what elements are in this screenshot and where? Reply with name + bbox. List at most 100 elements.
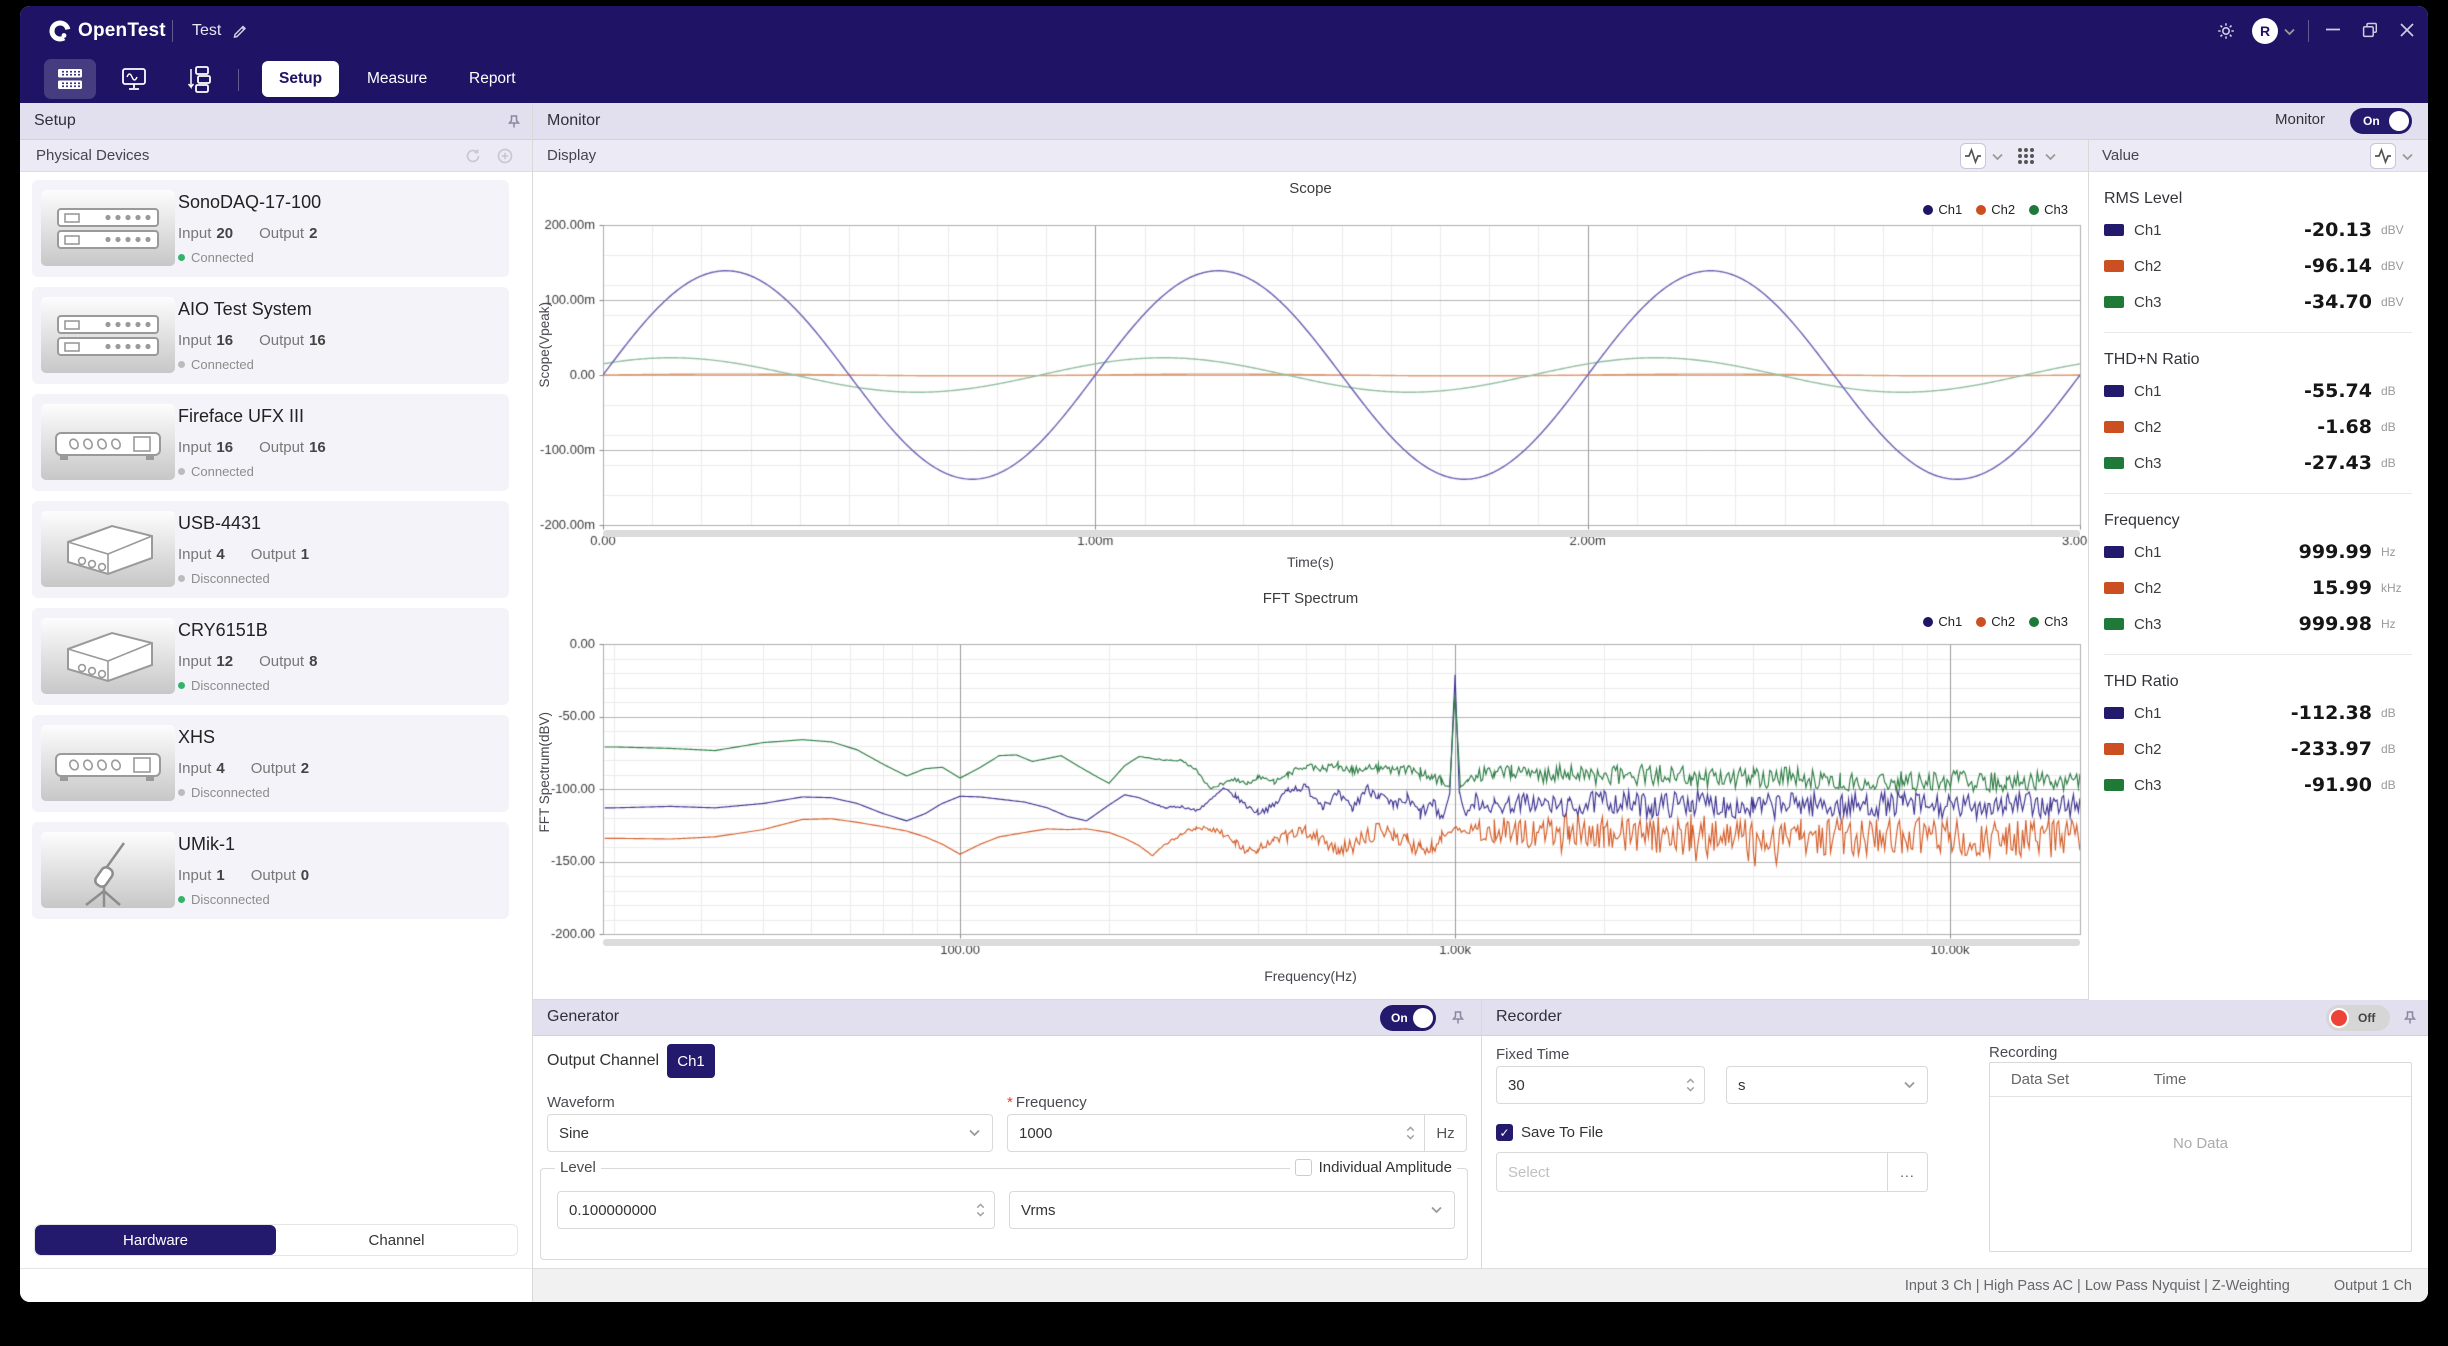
save-to-file-checkbox[interactable]: ✓ xyxy=(1496,1124,1513,1141)
layout-grid-icon[interactable] xyxy=(2017,147,2035,165)
output-channel-ch1-button[interactable]: Ch1 xyxy=(667,1044,715,1078)
device-card-xhs[interactable]: XHS Input4Output2 Disconnected xyxy=(32,715,509,812)
device-io: Input4Output1 xyxy=(178,546,309,563)
individual-amplitude-checkbox[interactable] xyxy=(1295,1159,1312,1176)
level-stepper[interactable] xyxy=(976,1203,994,1217)
value-row: Ch1-55.74dB xyxy=(2104,373,2412,409)
device-name: CRY6151B xyxy=(178,620,268,641)
rack-icon xyxy=(55,64,85,94)
level-input-group[interactable] xyxy=(557,1191,995,1229)
main-toolbar: Setup Measure Report xyxy=(20,56,2428,103)
tab-report[interactable]: Report xyxy=(452,61,533,97)
title-bar: OpenTest Test R xyxy=(20,6,2428,56)
level-unit-select[interactable] xyxy=(1009,1191,1455,1229)
minimize-button[interactable] xyxy=(2326,28,2340,31)
recorder-pin-icon[interactable] xyxy=(2402,1010,2418,1026)
scope-plot-canvas xyxy=(533,172,2088,572)
file-path-input[interactable] xyxy=(1497,1164,1887,1181)
device-name: Fireface UFX III xyxy=(178,406,304,427)
account-chevron-icon[interactable] xyxy=(2284,28,2295,36)
scope-hscrollbar[interactable] xyxy=(603,530,2080,537)
monitor-view-button[interactable] xyxy=(108,59,160,99)
status-dot xyxy=(178,896,185,903)
restore-button[interactable] xyxy=(2362,22,2378,38)
fft-chart: FFT Spectrum Ch1 Ch2 Ch3 FFT Spectrum(dB… xyxy=(533,572,2088,1000)
monitor-toggle[interactable]: On xyxy=(2350,108,2412,134)
device-status: Disconnected xyxy=(178,678,270,693)
generator-toggle[interactable]: On xyxy=(1380,1005,1436,1031)
level-input[interactable] xyxy=(558,1202,976,1219)
waveform-select[interactable] xyxy=(547,1114,993,1152)
frequency-unit: Hz xyxy=(1424,1115,1466,1151)
user-avatar[interactable]: R xyxy=(2252,18,2278,44)
individual-amplitude-option[interactable]: Individual Amplitude xyxy=(1290,1159,1457,1176)
chevron-down-icon xyxy=(969,1129,992,1137)
fixed-time-label: Fixed Time xyxy=(1496,1046,1569,1063)
fixed-time-stepper[interactable] xyxy=(1686,1078,1704,1092)
settings-gear-icon[interactable] xyxy=(2216,21,2236,41)
fixed-time-input[interactable] xyxy=(1497,1077,1686,1094)
recorder-toggle[interactable]: Off xyxy=(2326,1005,2390,1031)
edit-document-icon[interactable] xyxy=(232,22,248,38)
fft-hscrollbar[interactable] xyxy=(603,939,2080,946)
sidebar-footer-spacer xyxy=(20,1269,532,1302)
device-io: Input16Output16 xyxy=(178,332,326,349)
add-device-icon[interactable] xyxy=(496,147,514,165)
fixed-time-input-group[interactable] xyxy=(1496,1066,1705,1104)
toolbar-divider xyxy=(238,69,239,91)
device-card-umik[interactable]: UMik-1 Input1Output0 Disconnected xyxy=(32,822,509,919)
chart-style-button[interactable] xyxy=(1960,143,1986,169)
value-row: Ch3-27.43dB xyxy=(2104,445,2412,481)
chevron-down-icon xyxy=(1431,1206,1454,1214)
recorder-panel: Fixed Time ✓ Save To File ... Recording … xyxy=(1482,1036,2428,1268)
device-card-sonodaq[interactable]: SonoDAQ-17-100 Input20Output2 Connected xyxy=(32,180,509,277)
generator-pin-icon[interactable] xyxy=(1450,1010,1466,1026)
status-dot xyxy=(178,468,185,475)
title-divider xyxy=(172,20,173,42)
tab-measure[interactable]: Measure xyxy=(350,61,444,97)
frequency-stepper[interactable] xyxy=(1406,1126,1424,1140)
time-unit-select[interactable] xyxy=(1726,1066,1928,1104)
tab-hardware[interactable]: Hardware xyxy=(35,1225,276,1255)
refresh-devices-icon[interactable] xyxy=(464,147,482,165)
value-style-button[interactable] xyxy=(2370,143,2396,169)
frequency-input-group[interactable]: Hz xyxy=(1007,1114,1467,1152)
value-row: Ch2-233.97dB xyxy=(2104,731,2412,767)
device-card-usb4431[interactable]: USB-4431 Input4Output1 Disconnected xyxy=(32,501,509,598)
device-thumbnail xyxy=(41,404,175,480)
channel-swatch xyxy=(2104,260,2124,272)
device-card-cry6151b[interactable]: CRY6151B Input12Output8 Disconnected xyxy=(32,608,509,705)
layout-grid-chevron-icon[interactable] xyxy=(2045,153,2056,161)
device-thumbnail xyxy=(41,725,175,801)
device-status: Disconnected xyxy=(178,571,270,586)
channel-swatch xyxy=(2104,582,2124,594)
tab-setup[interactable]: Setup xyxy=(262,61,339,97)
device-io: Input12Output8 xyxy=(178,653,317,670)
device-card-fireface[interactable]: Fireface UFX III Input16Output16 Connect… xyxy=(32,394,509,491)
physical-devices-title: Physical Devices xyxy=(36,147,149,164)
file-path-input-group[interactable]: ... xyxy=(1496,1152,1928,1192)
device-status: Connected xyxy=(178,464,254,479)
device-io: Input20Output2 xyxy=(178,225,317,242)
setup-pin-icon[interactable] xyxy=(506,114,522,130)
chart-style-chevron-icon[interactable] xyxy=(1992,153,2003,161)
value-row: Ch215.99kHz xyxy=(2104,570,2412,606)
generator-panel-header: Generator On xyxy=(533,1000,1481,1036)
save-to-file-option[interactable]: ✓ Save To File xyxy=(1496,1124,1603,1141)
tab-channel[interactable]: Channel xyxy=(276,1225,517,1255)
close-button[interactable] xyxy=(2400,23,2414,37)
sequence-view-button[interactable] xyxy=(172,59,224,99)
frequency-input[interactable] xyxy=(1008,1125,1406,1142)
device-io: Input4Output2 xyxy=(178,760,309,777)
waveform-label: Waveform xyxy=(547,1094,615,1111)
device-status: Connected xyxy=(178,357,254,372)
scope-x-axis-label: Time(s) xyxy=(533,554,2088,570)
device-card-aio[interactable]: AIO Test System Input16Output16 Connecte… xyxy=(32,287,509,384)
hardware-view-button[interactable] xyxy=(44,59,96,99)
app-logo-icon xyxy=(48,19,72,43)
channel-swatch xyxy=(2104,385,2124,397)
browse-button[interactable]: ... xyxy=(1887,1153,1927,1191)
value-style-chevron-icon[interactable] xyxy=(2402,153,2413,161)
value-row: Ch3-34.70dBV xyxy=(2104,284,2412,320)
channel-swatch xyxy=(2104,224,2124,236)
